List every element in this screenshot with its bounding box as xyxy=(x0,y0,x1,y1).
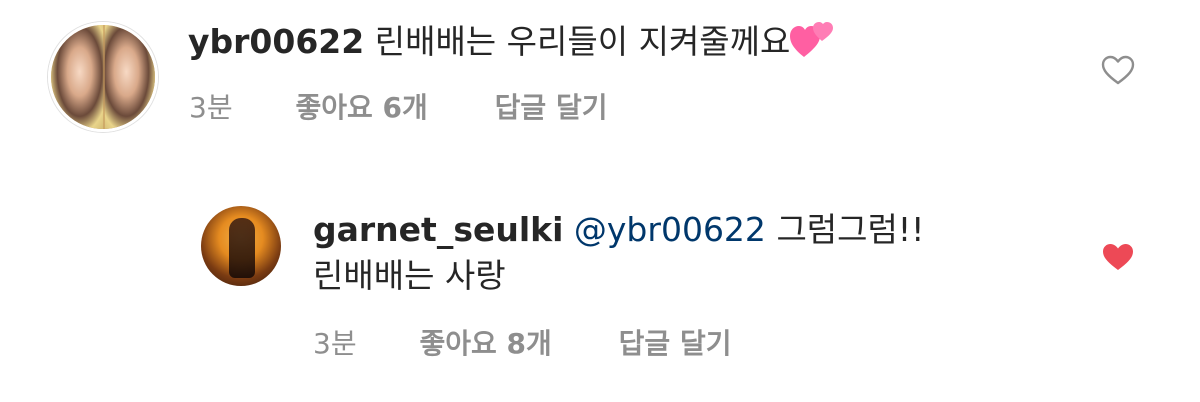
avatar-seam xyxy=(103,25,105,129)
avatar-photo-left xyxy=(51,25,103,129)
comment-1: ybr00622 린배배는 우리들이 지켜줄께요 3분 좋아요 6개 답글 달기 xyxy=(0,0,1200,140)
avatar-photo-right xyxy=(103,25,155,129)
likes-count-link[interactable]: 좋아요 8개 xyxy=(419,322,551,362)
comment-text-line2: 린배배는 사랑 xyxy=(313,256,506,295)
reply-button[interactable]: 답글 달기 xyxy=(619,322,732,362)
two-hearts-icon xyxy=(790,21,834,59)
heart-outline-icon[interactable] xyxy=(1101,55,1135,85)
reply-body-line1: garnet_seulki @ybr00622 그럼그럼!! xyxy=(313,208,924,252)
likes-count-link[interactable]: 좋아요 6개 xyxy=(295,86,427,126)
comment-meta: 3분 좋아요 8개 답글 달기 xyxy=(313,322,731,362)
reply-body-line2: 린배배는 사랑 xyxy=(313,254,506,298)
comment-body: ybr00622 린배배는 우리들이 지켜줄께요 xyxy=(188,20,834,64)
comment-time: 3분 xyxy=(189,91,233,124)
comment-username[interactable]: garnet_seulki xyxy=(313,210,563,249)
comment-text: 린배배는 우리들이 지켜줄께요 xyxy=(374,22,791,61)
comment-text: 그럼그럼!! xyxy=(776,210,925,249)
mention-link[interactable]: @ybr00622 xyxy=(574,210,766,249)
avatar[interactable] xyxy=(201,206,281,286)
comment-username[interactable]: ybr00622 xyxy=(188,22,364,61)
avatar[interactable] xyxy=(48,22,158,132)
heart-filled-icon[interactable] xyxy=(1101,242,1135,272)
comment-2: garnet_seulki @ybr00622 그럼그럼!! 린배배는 사랑 3… xyxy=(0,190,1200,402)
comment-meta: 3분 좋아요 6개 답글 달기 xyxy=(189,86,607,126)
avatar-figure xyxy=(229,218,255,278)
reply-button[interactable]: 답글 달기 xyxy=(495,86,608,126)
comment-time: 3분 xyxy=(313,327,357,360)
